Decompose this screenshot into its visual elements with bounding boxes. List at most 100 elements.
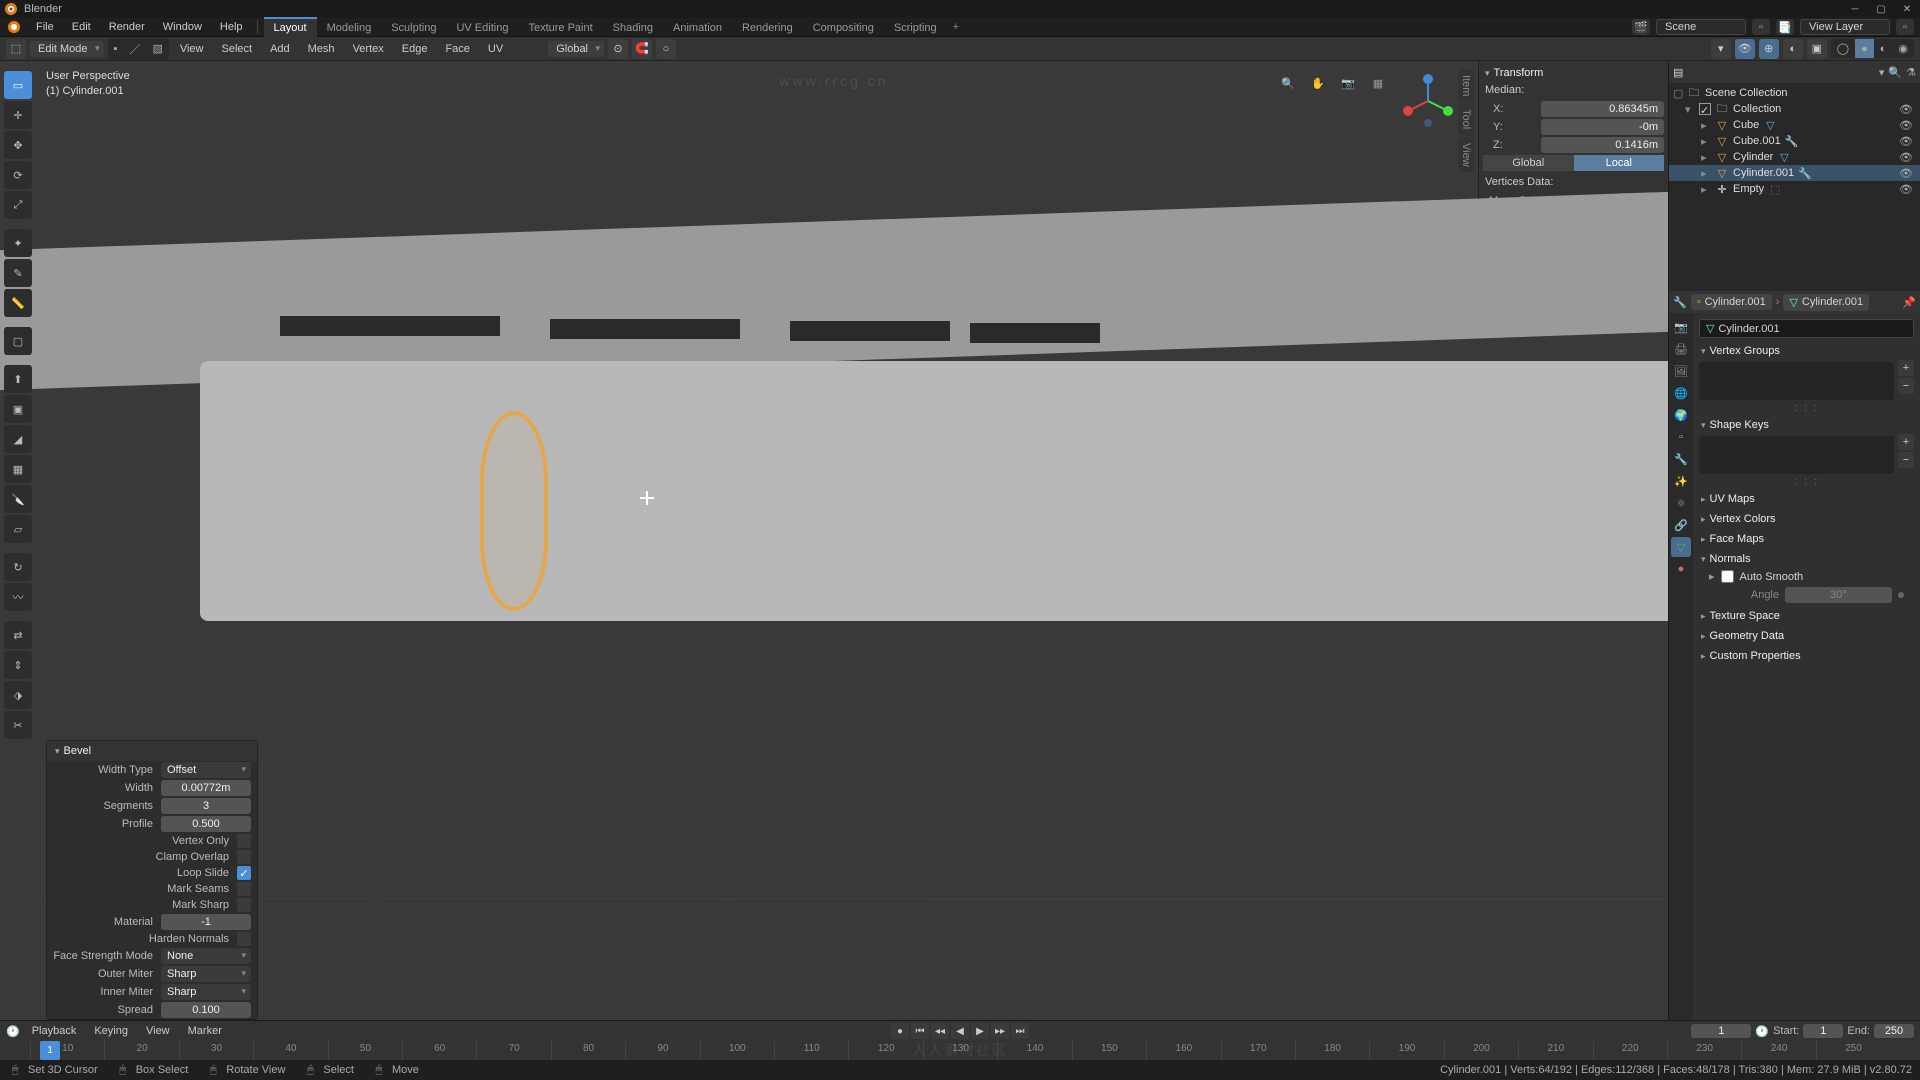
select-menu[interactable]: Select — [215, 41, 260, 57]
world-tab-icon[interactable]: 🌍 — [1671, 405, 1691, 425]
annotate-tool[interactable]: ✎ — [4, 259, 32, 287]
move-tool[interactable]: ✥ — [4, 131, 32, 159]
eye-icon[interactable]: 👁 — [1896, 103, 1916, 116]
render-tab-icon[interactable]: 📷 — [1671, 317, 1691, 337]
rip-tool[interactable]: ✂ — [4, 711, 32, 739]
outliner-item-cylinder[interactable]: ▸▽Cylinder▽👁 — [1669, 149, 1920, 165]
rendered-shading[interactable]: ◉ — [1892, 39, 1914, 58]
file-menu[interactable]: File — [28, 19, 62, 35]
help-menu[interactable]: Help — [212, 19, 251, 35]
tab-uv-editing[interactable]: UV Editing — [446, 17, 518, 37]
mesh-data-tab-icon[interactable]: ▽ — [1671, 537, 1691, 557]
window-menu[interactable]: Window — [155, 19, 210, 35]
new-viewlayer-button[interactable]: ▫ — [1896, 19, 1914, 35]
outer-miter-dropdown[interactable]: Sharp — [161, 966, 251, 982]
properties-editor-icon[interactable]: 🔧 — [1673, 296, 1687, 309]
texture-space-section[interactable]: ▸Texture Space — [1699, 607, 1914, 625]
tab-compositing[interactable]: Compositing — [803, 17, 884, 37]
proportional-edit-toggle[interactable]: ○ — [656, 39, 676, 59]
scale-tool[interactable]: ⤢ — [4, 191, 32, 219]
physics-tab-icon[interactable]: ⚛ — [1671, 493, 1691, 513]
marker-menu[interactable]: Marker — [182, 1023, 228, 1039]
tab-animation[interactable]: Animation — [663, 17, 732, 37]
play-button[interactable]: ▶ — [971, 1023, 989, 1039]
tab-scripting[interactable]: Scripting — [884, 17, 947, 37]
vertex-groups-section[interactable]: ▾Vertex Groups — [1699, 342, 1914, 360]
add-workspace-button[interactable]: + — [947, 19, 965, 35]
modifier-tab-icon[interactable]: 🔧 — [1671, 449, 1691, 469]
loop-slide-checkbox[interactable]: ✓ — [237, 866, 251, 880]
eye-icon[interactable]: 👁 — [1896, 151, 1916, 164]
outliner-item-cylinder001[interactable]: ▸▽Cylinder.001🔧👁 — [1669, 165, 1920, 181]
tab-texture-paint[interactable]: Texture Paint — [518, 17, 602, 37]
editor-type-button[interactable]: ⬚ — [6, 39, 26, 59]
knife-tool[interactable]: 🔪 — [4, 485, 32, 513]
rotate-tool[interactable]: ⟳ — [4, 161, 32, 189]
section-drag-icon[interactable]: : : : — [1699, 402, 1914, 414]
object-crumb[interactable]: ▫Cylinder.001 — [1691, 294, 1772, 310]
shape-keys-section[interactable]: ▾Shape Keys — [1699, 416, 1914, 434]
playback-menu[interactable]: Playback — [26, 1023, 83, 1039]
extrude-tool[interactable]: ⬆ — [4, 365, 32, 393]
scene-tab-icon[interactable]: 🌐 — [1671, 383, 1691, 403]
remove-vgroup-button[interactable]: − — [1898, 378, 1914, 394]
mesh-menu[interactable]: Mesh — [301, 41, 342, 57]
vertex-only-checkbox[interactable] — [237, 834, 251, 848]
section-drag-icon[interactable]: : : : — [1699, 476, 1914, 488]
tab-rendering[interactable]: Rendering — [732, 17, 803, 37]
mesh-options-button[interactable]: ▾ — [1711, 39, 1731, 59]
bevel-tool[interactable]: ◢ — [4, 425, 32, 453]
vertex-colors-section[interactable]: ▸Vertex Colors — [1699, 510, 1914, 528]
lookdev-shading[interactable]: ◐ — [1874, 39, 1893, 58]
collection-checkbox[interactable]: ✓ — [1699, 103, 1711, 115]
loopcut-tool[interactable]: ▦ — [4, 455, 32, 483]
outliner-item-empty[interactable]: ▸✛Empty⬚👁 — [1669, 181, 1920, 197]
measure-tool[interactable]: 📏 — [4, 289, 32, 317]
harden-normals-checkbox[interactable] — [237, 932, 251, 946]
shear-tool[interactable]: ⬗ — [4, 681, 32, 709]
next-keyframe-button[interactable]: ▸▸ — [991, 1023, 1009, 1039]
outliner-item-cube001[interactable]: ▸▽Cube.001🔧👁 — [1669, 133, 1920, 149]
segments-field[interactable]: 3 — [161, 798, 251, 814]
smooth-tool[interactable]: 〰 — [4, 583, 32, 611]
custom-properties-section[interactable]: ▸Custom Properties — [1699, 647, 1914, 665]
scene-name-field[interactable]: Scene — [1656, 19, 1746, 35]
window-maximize-button[interactable]: ▢ — [1872, 2, 1890, 16]
preview-range-icon[interactable]: 🕐 — [1755, 1025, 1769, 1038]
view-menu[interactable]: View — [173, 41, 211, 57]
collection-node[interactable]: ▾✓🗀Collection👁 — [1669, 101, 1920, 117]
new-scene-button[interactable]: ▫ — [1752, 19, 1770, 35]
eye-icon[interactable]: 👁 — [1896, 167, 1916, 180]
current-frame-field[interactable]: 1 — [1691, 1024, 1751, 1038]
jump-end-button[interactable]: ⏭ — [1011, 1023, 1029, 1039]
auto-smooth-checkbox[interactable] — [1721, 570, 1734, 583]
shrink-fatten-tool[interactable]: ⇕ — [4, 651, 32, 679]
edit-menu[interactable]: Edit — [64, 19, 99, 35]
orientation-dropdown[interactable]: Global — [548, 41, 604, 57]
inset-tool[interactable]: ▣ — [4, 395, 32, 423]
snap-toggle[interactable]: 🧲 — [632, 39, 652, 59]
overlay-toggle[interactable]: ◐ — [1783, 39, 1803, 59]
start-frame-field[interactable]: 1 — [1803, 1024, 1843, 1038]
pivot-dropdown[interactable]: ⊙ — [608, 39, 628, 59]
outliner-search-icon[interactable]: 🔍 — [1888, 66, 1902, 79]
add-cube-tool[interactable]: ▢ — [4, 327, 32, 355]
normals-section[interactable]: ▾Normals — [1699, 550, 1914, 568]
add-shapekey-button[interactable]: + — [1898, 434, 1914, 450]
width-type-dropdown[interactable]: Offset — [161, 762, 251, 778]
end-frame-field[interactable]: 250 — [1874, 1024, 1914, 1038]
object-visibility-button[interactable]: 👁 — [1735, 39, 1755, 59]
gizmo-toggle[interactable]: ⊕ — [1759, 39, 1779, 59]
uv-menu[interactable]: UV — [481, 41, 510, 57]
tab-layout[interactable]: Layout — [264, 17, 317, 37]
geometry-data-section[interactable]: ▸Geometry Data — [1699, 627, 1914, 645]
wireframe-shading[interactable]: ◯ — [1831, 39, 1855, 58]
outliner-funnel-icon[interactable]: ⚗ — [1906, 66, 1916, 79]
uv-maps-section[interactable]: ▸UV Maps — [1699, 490, 1914, 508]
add-menu[interactable]: Add — [263, 41, 297, 57]
face-strength-dropdown[interactable]: None — [161, 948, 251, 964]
data-crumb[interactable]: ▽Cylinder.001 — [1783, 294, 1869, 311]
angle-field[interactable]: 30° — [1785, 587, 1892, 603]
remove-shapekey-button[interactable]: − — [1898, 452, 1914, 468]
timeline-ruler[interactable]: 1 10203040506070809010011012013014015016… — [0, 1041, 1920, 1060]
